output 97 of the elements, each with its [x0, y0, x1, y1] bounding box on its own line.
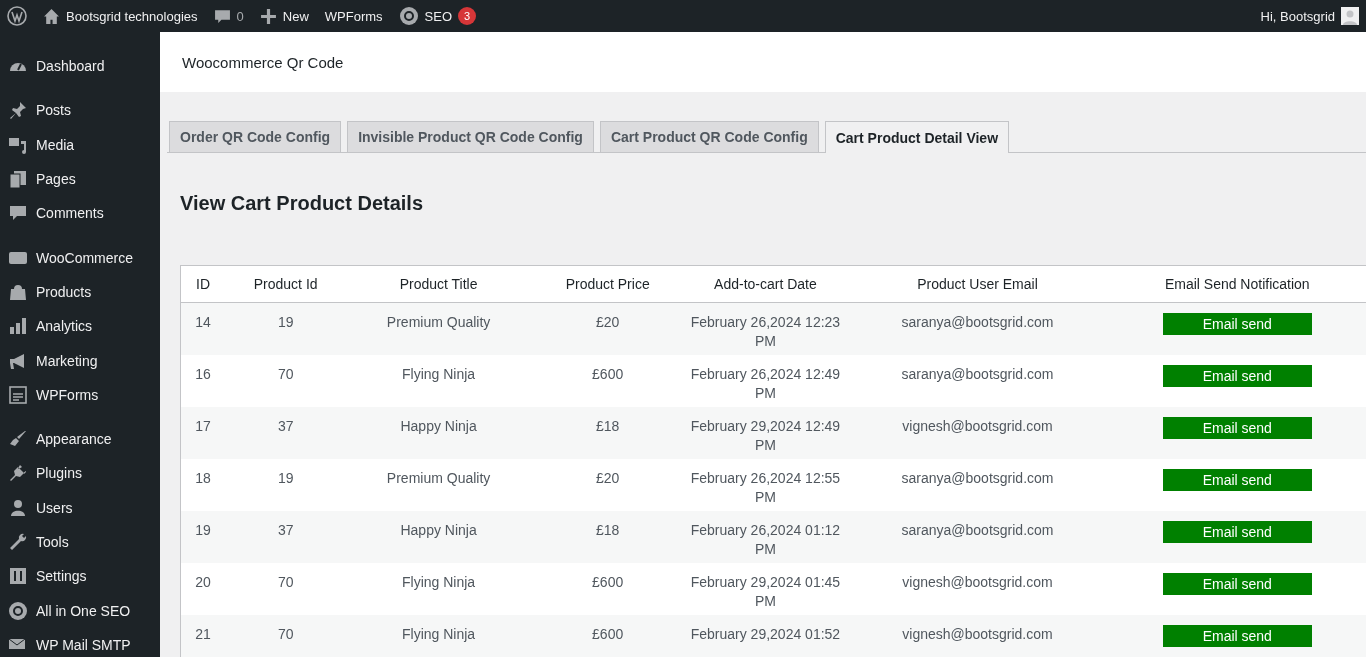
menu-item[interactable]: Media	[36, 136, 75, 153]
column-header: Product Title	[346, 266, 531, 303]
table-cell: saranya@bootsgrid.com	[846, 459, 1109, 511]
bars-icon	[8, 316, 28, 337]
table-cell: 19	[225, 302, 347, 355]
wpforms-link[interactable]: WPForms	[324, 8, 383, 24]
column-header: Add-to-cart Date	[684, 266, 847, 303]
pin-icon	[8, 100, 28, 121]
table-cell: 20	[181, 563, 226, 615]
table-cell: 37	[225, 407, 347, 459]
menu-item[interactable]: Posts	[36, 102, 71, 119]
table-cell: Flying Ninja	[346, 615, 531, 657]
table-cell: February 29,2024 12:49 PM	[684, 407, 847, 459]
table-cell: saranya@bootsgrid.com	[846, 355, 1109, 407]
menu-item[interactable]: Marketing	[36, 352, 98, 369]
email-send-button[interactable]: Email send	[1162, 365, 1312, 387]
menu-item[interactable]: All in One SEO	[36, 602, 131, 619]
table-cell: Happy Ninja	[346, 511, 531, 563]
menu-item[interactable]: Tools	[36, 534, 69, 550]
table-cell: £18	[530, 407, 685, 459]
column-header: ID	[181, 266, 226, 303]
table-cell: £600	[530, 563, 685, 615]
table-cell: February 26,2024 01:12 PM	[684, 511, 847, 563]
email-send-button[interactable]: Email send	[1162, 313, 1312, 335]
table-cell: 17	[181, 407, 226, 459]
table-cell: saranya@bootsgrid.com	[846, 511, 1109, 563]
tab[interactable]: Invisible Product QR Code Config	[347, 121, 594, 152]
wordpress-logo-icon[interactable]	[7, 6, 27, 26]
table-cell: 18	[181, 459, 226, 511]
email-send-button[interactable]: Email send	[1162, 469, 1312, 491]
table-cell: February 29,2024 01:45 PM	[684, 563, 847, 615]
plug-icon	[8, 463, 28, 484]
tab[interactable]: Order QR Code Config	[169, 121, 342, 152]
comment-count[interactable]: 0	[236, 8, 244, 24]
column-header: Product User Email	[846, 266, 1109, 303]
plus-icon	[259, 7, 277, 25]
tab[interactable]: Cart Product QR Code Config	[599, 121, 819, 152]
notification-badge: 3	[458, 7, 477, 25]
menu-item[interactable]: Dashboard	[36, 58, 105, 75]
email-send-button[interactable]: Email send	[1162, 417, 1312, 439]
column-header: Product Id	[225, 266, 347, 303]
menu-item[interactable]: Plugins	[36, 465, 82, 482]
table-cell: 70	[225, 615, 347, 657]
table-cell: February 26,2024 12:55 PM	[684, 459, 847, 511]
table-cell: February 29,2024 01:52	[684, 615, 847, 657]
email-send-button[interactable]: Email send	[1162, 625, 1312, 647]
menu-item[interactable]: Pages	[36, 171, 76, 188]
table-cell: £600	[530, 615, 685, 657]
column-header: Email Send Notification	[1108, 266, 1366, 303]
table-cell: 19	[225, 459, 347, 511]
menu-item[interactable]: Comments	[36, 205, 104, 222]
email-send-button[interactable]: Email send	[1162, 573, 1312, 595]
new-link[interactable]: New	[282, 8, 309, 24]
table-cell: vignesh@bootsgrid.com	[846, 563, 1109, 615]
email-send-button[interactable]: Email send	[1162, 521, 1312, 543]
site-name-link[interactable]: Bootsgrid technologies	[66, 8, 198, 24]
table-cell: £18	[530, 511, 685, 563]
menu-item[interactable]: Analytics	[36, 318, 93, 335]
table-cell: 14	[181, 302, 226, 355]
comment-icon	[213, 7, 231, 25]
table-cell: Premium Quality	[346, 459, 531, 511]
table-cell: vignesh@bootsgrid.com	[846, 407, 1109, 459]
page-title: Woocommerce Qr Code	[182, 53, 344, 71]
menu-item[interactable]: Appearance	[36, 431, 112, 448]
table-cell: vignesh@bootsgrid.com	[846, 615, 1109, 657]
table-cell: 70	[225, 563, 347, 615]
pages-icon	[8, 169, 28, 190]
table-cell: 16	[181, 355, 226, 407]
menu-item[interactable]: WP Mail SMTP	[36, 636, 131, 653]
menu-item[interactable]: Settings	[36, 568, 87, 585]
menu-item[interactable]: WPForms	[36, 386, 99, 403]
table-cell: 21	[181, 615, 226, 657]
table-cell: 19	[181, 511, 226, 563]
table-cell: Flying Ninja	[346, 355, 531, 407]
table-cell: 37	[225, 511, 347, 563]
table-cell: February 26,2024 12:49 PM	[684, 355, 847, 407]
table-cell: saranya@bootsgrid.com	[846, 302, 1109, 355]
menu-item[interactable]: Products	[36, 283, 92, 300]
user-icon	[8, 497, 28, 518]
table-cell: Happy Ninja	[346, 407, 531, 459]
greeting-link[interactable]: Hi, Bootsgrid	[1260, 8, 1335, 24]
column-header: Product Price	[530, 266, 685, 303]
table-cell: Premium Quality	[346, 302, 531, 355]
home-icon	[43, 7, 60, 25]
table-cell: £20	[530, 302, 685, 355]
wrench-icon	[8, 532, 28, 552]
form-icon	[8, 384, 28, 405]
menu-item[interactable]: Users	[36, 499, 73, 516]
seo-link[interactable]: SEO	[424, 8, 453, 24]
table-cell: February 26,2024 12:23 PM	[684, 302, 847, 355]
table-cell: Flying Ninja	[346, 563, 531, 615]
menu-item[interactable]: WooCommerce	[36, 249, 133, 266]
tab[interactable]: Cart Product Detail View	[824, 121, 1010, 153]
table-cell: 70	[225, 355, 347, 407]
table-cell: £600	[530, 355, 685, 407]
table-cell: £20	[530, 459, 685, 511]
section-heading: View Cart Product Details	[180, 192, 425, 215]
